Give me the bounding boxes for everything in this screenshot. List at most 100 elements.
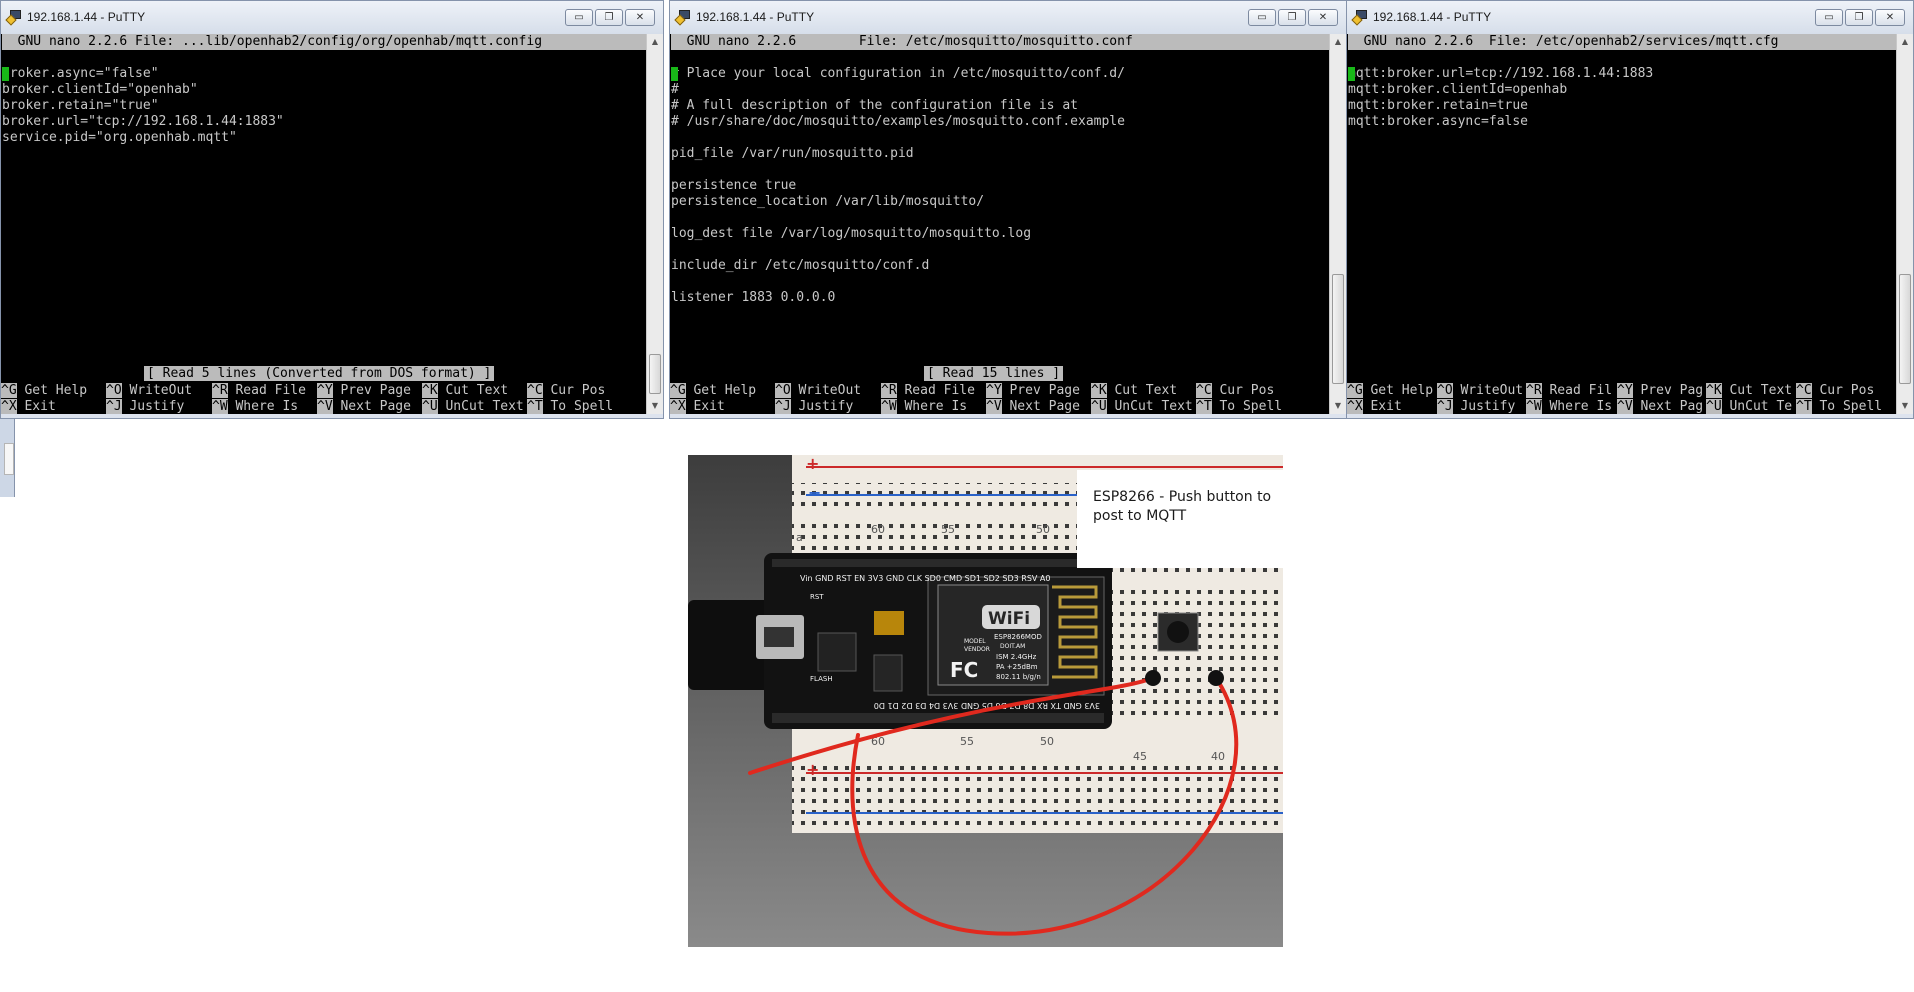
terminal-area[interactable]: GNU nano 2.2.6 File: /etc/openhab2/servi… [1347,34,1896,414]
terminal-area[interactable]: GNU nano 2.2.6 File: /etc/mosquitto/mosq… [670,34,1329,414]
putty-icon[interactable] [674,10,691,26]
scrollbar-thumb[interactable] [1332,274,1344,384]
shortcut-label[interactable]: Exit [1370,399,1401,414]
putty-window-openhab-mqtt-config[interactable]: 192.168.1.44 - PuTTY ▭ ❐ ✕ GNU nano 2.2.6 F… [0,0,664,419]
shortcut-label[interactable]: Justify [798,399,853,414]
shortcut-label[interactable]: Prev Page [340,383,410,398]
shortcut-label[interactable]: Get Help [693,383,756,398]
shortcut-label[interactable]: Exit [24,399,55,414]
shortcut-key[interactable]: ^V [1617,399,1633,414]
shortcut-key[interactable]: ^C [1196,383,1212,398]
scroll-down-arrow[interactable]: ▼ [647,398,663,414]
close-button[interactable]: ✕ [625,9,655,26]
shortcut-key[interactable]: ^X [1347,399,1363,414]
shortcut-key[interactable]: ^J [775,399,791,414]
shortcut-key[interactable]: ^W [881,399,897,414]
shortcut-label[interactable]: WriteOut [129,383,192,398]
shortcut-key[interactable]: ^G [1,383,17,398]
shortcut-label[interactable]: Next Page [1009,399,1079,414]
shortcut-label[interactable]: WriteOut [798,383,861,398]
shortcut-label[interactable]: Read Fil [1549,383,1612,398]
putty-icon[interactable] [1351,10,1368,26]
vertical-scrollbar[interactable]: ▲ ▼ [1896,34,1913,414]
shortcut-label[interactable]: Read File [235,383,305,398]
minimize-button[interactable]: ▭ [1815,9,1843,26]
title-bar[interactable]: 192.168.1.44 - PuTTY ▭ ❐ ✕ [1347,1,1913,34]
terminal-area[interactable]: GNU nano 2.2.6 File: ...lib/openhab2/con… [1,34,646,414]
shortcut-key[interactable]: ^C [1796,383,1812,398]
shortcut-key[interactable]: ^R [212,383,228,398]
scrollbar-thumb[interactable] [1899,274,1911,384]
shortcut-label[interactable]: UnCut Text [445,399,523,414]
maximize-button[interactable]: ❐ [1845,9,1873,26]
vertical-scrollbar[interactable]: ▲ ▼ [1329,34,1346,414]
maximize-button[interactable]: ❐ [595,9,623,26]
shortcut-label[interactable]: Cut Text [445,383,508,398]
background-window-edge[interactable] [0,419,15,497]
shortcut-label[interactable]: Get Help [24,383,87,398]
shortcut-key[interactable]: ^U [1706,399,1722,414]
minimize-button[interactable]: ▭ [1248,9,1276,26]
shortcut-label[interactable]: Cur Pos [1819,383,1874,398]
shortcut-label[interactable]: Prev Pag [1640,383,1703,398]
shortcut-label[interactable]: Where Is [904,399,967,414]
scroll-up-arrow[interactable]: ▲ [647,34,663,50]
scroll-down-arrow[interactable]: ▼ [1330,398,1346,414]
shortcut-label[interactable]: UnCut Te [1729,399,1792,414]
scroll-up-arrow[interactable]: ▲ [1330,34,1346,50]
shortcut-label[interactable]: To Spell [1219,399,1282,414]
shortcut-key[interactable]: ^X [670,399,686,414]
shortcut-label[interactable]: Next Page [340,399,410,414]
shortcut-key[interactable]: ^Y [317,383,333,398]
shortcut-key[interactable]: ^Y [986,383,1002,398]
shortcut-label[interactable]: Read File [904,383,974,398]
shortcut-key[interactable]: ^V [317,399,333,414]
shortcut-label[interactable]: Cur Pos [550,383,605,398]
shortcut-key[interactable]: ^W [212,399,228,414]
shortcut-key[interactable]: ^W [1526,399,1542,414]
title-bar[interactable]: 192.168.1.44 - PuTTY ▭ ❐ ✕ [670,1,1346,34]
shortcut-key[interactable]: ^K [1091,383,1107,398]
scroll-up-arrow[interactable]: ▲ [1897,34,1913,50]
shortcut-label[interactable]: Next Pag [1640,399,1703,414]
shortcut-key[interactable]: ^R [1526,383,1542,398]
shortcut-label[interactable]: Cut Text [1729,383,1792,398]
scrollbar-thumb[interactable] [649,354,661,394]
shortcut-key[interactable]: ^O [775,383,791,398]
shortcut-key[interactable]: ^R [881,383,897,398]
shortcut-label[interactable]: Cut Text [1114,383,1177,398]
shortcut-key[interactable]: ^U [1091,399,1107,414]
shortcut-label[interactable]: Where Is [1549,399,1612,414]
shortcut-key[interactable]: ^J [106,399,122,414]
shortcut-key[interactable]: ^C [527,383,543,398]
shortcut-label[interactable]: WriteOut [1460,383,1523,398]
shortcut-label[interactable]: Prev Page [1009,383,1079,398]
shortcut-key[interactable]: ^G [1347,383,1363,398]
shortcut-key[interactable]: ^T [1196,399,1212,414]
shortcut-key[interactable]: ^K [1706,383,1722,398]
shortcut-key[interactable]: ^J [1437,399,1453,414]
minimize-button[interactable]: ▭ [565,9,593,26]
shortcut-label[interactable]: Justify [129,399,184,414]
putty-window-mosquitto-conf[interactable]: 192.168.1.44 - PuTTY ▭ ❐ ✕ GNU nano 2.2.6 F… [669,0,1347,419]
shortcut-label[interactable]: Justify [1460,399,1515,414]
shortcut-label[interactable]: Get Help [1370,383,1433,398]
shortcut-key[interactable]: ^K [422,383,438,398]
shortcut-key[interactable]: ^T [1796,399,1812,414]
maximize-button[interactable]: ❐ [1278,9,1306,26]
scroll-down-arrow[interactable]: ▼ [1897,398,1913,414]
vertical-scrollbar[interactable]: ▲ ▼ [646,34,663,414]
shortcut-key[interactable]: ^O [106,383,122,398]
shortcut-key[interactable]: ^Y [1617,383,1633,398]
shortcut-label[interactable]: Where Is [235,399,298,414]
shortcut-label[interactable]: Cur Pos [1219,383,1274,398]
shortcut-key[interactable]: ^T [527,399,543,414]
title-bar[interactable]: 192.168.1.44 - PuTTY ▭ ❐ ✕ [1,1,663,34]
close-button[interactable]: ✕ [1308,9,1338,26]
shortcut-label[interactable]: UnCut Text [1114,399,1192,414]
shortcut-key[interactable]: ^U [422,399,438,414]
putty-window-openhab-services-mqtt[interactable]: 192.168.1.44 - PuTTY ▭ ❐ ✕ GNU nano 2.2.6 F… [1346,0,1914,419]
shortcut-label[interactable]: Exit [693,399,724,414]
shortcut-label[interactable]: To Spell [550,399,613,414]
shortcut-key[interactable]: ^V [986,399,1002,414]
